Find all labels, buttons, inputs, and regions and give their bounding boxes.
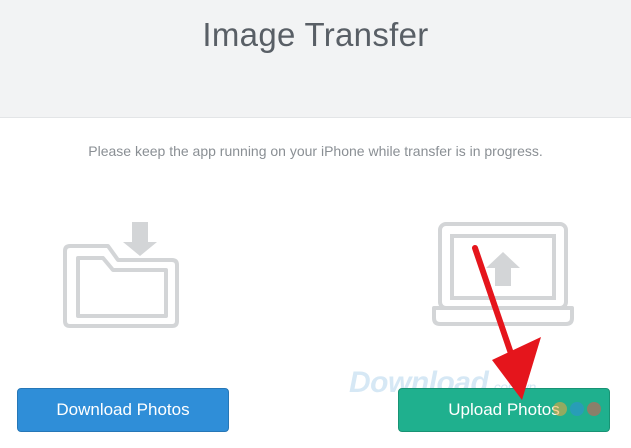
header-bar: Image Transfer [0, 0, 631, 118]
image-transfer-page: Image Transfer Please keep the app runni… [0, 0, 631, 448]
watermark-logo-dots [553, 402, 601, 416]
upload-photos-label: Upload Photos [448, 400, 560, 419]
download-photos-button[interactable]: Download Photos [17, 388, 229, 432]
transfer-instructions: Please keep the app running on your iPho… [88, 143, 543, 159]
folder-download-icon [62, 218, 182, 330]
download-photos-label: Download Photos [56, 400, 190, 419]
page-title: Image Transfer [202, 16, 429, 53]
laptop-upload-icon [430, 220, 576, 328]
orange-dot [553, 402, 567, 416]
red-dot [587, 402, 601, 416]
blue-dot [570, 402, 584, 416]
